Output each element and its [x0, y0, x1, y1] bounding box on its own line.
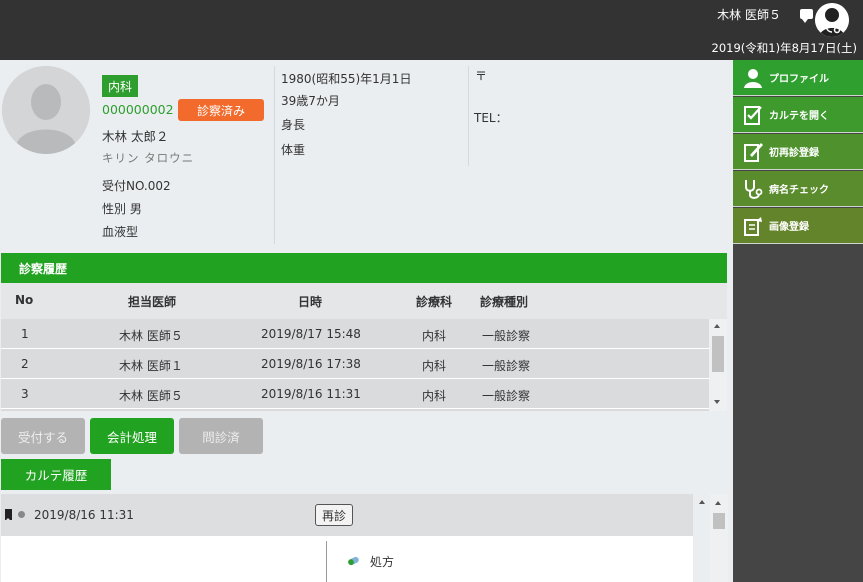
- patient-blood-type: 血液型: [102, 225, 139, 239]
- scrollbar-thumb[interactable]: [713, 513, 725, 529]
- exam-history-scrollbar[interactable]: [709, 319, 727, 411]
- patient-kana: キリン タロウニ: [102, 151, 195, 165]
- tab-karte-history[interactable]: カルテ履歴: [1, 459, 111, 490]
- scroll-up-icon[interactable]: [715, 501, 721, 505]
- current-date: 2019(令和1)年8月17日(土): [711, 41, 857, 55]
- sidebar-item-profile[interactable]: プロファイル: [733, 60, 863, 96]
- status-dot-icon: [18, 511, 25, 518]
- person-icon: [737, 62, 769, 94]
- table-row[interactable]: 3 木林 医師５ 2019/8/16 11:31 内科 一般診察: [1, 379, 709, 409]
- current-user-name: 木林 医師５: [717, 8, 781, 22]
- list-item[interactable]: 2019/8/16 11:31 再診: [1, 494, 693, 536]
- column-header: 診療種別: [480, 295, 529, 309]
- patient-sex: 性別 男: [102, 202, 142, 216]
- weight-label: 体重: [281, 143, 306, 157]
- sidebar-item-label: 画像登録: [769, 222, 809, 233]
- column-header: 日時: [298, 295, 323, 309]
- patient-name: 木林 太郎２: [102, 129, 169, 144]
- scroll-up-icon[interactable]: [698, 498, 706, 506]
- pill-icon: [347, 555, 360, 569]
- scrollbar-thumb[interactable]: [712, 336, 724, 372]
- scroll-up-icon[interactable]: [714, 324, 720, 328]
- billing-button[interactable]: 会計処理: [90, 418, 174, 454]
- app-header: 木林 医師５ 2019(令和1)年8月17日(土): [0, 0, 863, 60]
- status-badge: 診察済み: [178, 99, 264, 121]
- stethoscope-icon: [737, 173, 769, 205]
- patient-id: 000000002: [102, 102, 174, 117]
- chat-icon[interactable]: [800, 9, 813, 23]
- column-header: 診療科: [416, 295, 453, 309]
- divider: [326, 541, 327, 582]
- prescription-label: 処方: [370, 555, 395, 569]
- scroll-down-icon[interactable]: [714, 400, 720, 404]
- exam-history-table: 1 木林 医師５ 2019/8/17 15:48 内科 一般診察 2 木林 医師…: [1, 319, 709, 411]
- sidebar-item-label: プロファイル: [769, 74, 829, 85]
- karte-scrollbar[interactable]: [710, 494, 728, 582]
- prescription-item[interactable]: 処方: [347, 553, 394, 570]
- sidebar-item-image-registration[interactable]: 画像登録: [733, 208, 863, 244]
- sidebar-item-visit-registration[interactable]: 初再診登録: [733, 134, 863, 170]
- patient-photo: [2, 66, 90, 154]
- revisit-badge: 再診: [315, 504, 353, 526]
- divider: [468, 66, 469, 166]
- reception-button[interactable]: 受付する: [1, 418, 85, 454]
- sidebar-item-label: カルテを開く: [769, 111, 829, 122]
- sidebar-item-label: 病名チェック: [769, 185, 829, 196]
- karte-history-list: 2019/8/16 11:31 再診 処方: [1, 494, 693, 582]
- patient-card: 内科 000000002 診察済み 木林 太郎２ キリン タロウニ 受付NO.0…: [0, 60, 733, 253]
- exam-history-columns: No 担当医師 日時 診療科 診療種別: [1, 283, 727, 319]
- image-edit-icon: [737, 210, 769, 242]
- column-header: No: [15, 293, 34, 307]
- height-label: 身長: [281, 118, 306, 132]
- bookmark-icon[interactable]: [5, 509, 12, 521]
- clipboard-edit-icon: [737, 136, 769, 168]
- receipt-number: 受付NO.002: [102, 179, 171, 193]
- tel-label: TEL：: [474, 111, 508, 125]
- doctor-avatar-icon[interactable]: [815, 3, 849, 37]
- column-header: 担当医師: [128, 295, 177, 309]
- patient-age: 39歳7か月: [281, 94, 340, 108]
- table-row[interactable]: 1 木林 医師５ 2019/8/17 15:48 内科 一般診察: [1, 319, 709, 349]
- karte-entry-date: 2019/8/16 11:31: [34, 508, 134, 522]
- exam-history-header: 診察履歴: [1, 253, 727, 283]
- sidebar-item-label: 初再診登録: [769, 148, 819, 159]
- department-badge: 内科: [102, 75, 138, 97]
- divider: [274, 66, 275, 244]
- sidebar-item-open-karte[interactable]: カルテを開く: [733, 97, 863, 133]
- clipboard-check-icon: [737, 99, 769, 131]
- table-row[interactable]: 2 木林 医師１ 2019/8/16 17:38 内科 一般診察: [1, 349, 709, 379]
- patient-birthdate: 1980(昭和55)年1月1日: [281, 72, 412, 86]
- postal-label: 〒: [475, 69, 488, 83]
- action-sidebar: プロファイル カルテを開く 初再診登録 病名チェック 画像登録: [733, 60, 863, 582]
- interviewed-button[interactable]: 問診済: [179, 418, 263, 454]
- sidebar-item-diagnosis-check[interactable]: 病名チェック: [733, 171, 863, 207]
